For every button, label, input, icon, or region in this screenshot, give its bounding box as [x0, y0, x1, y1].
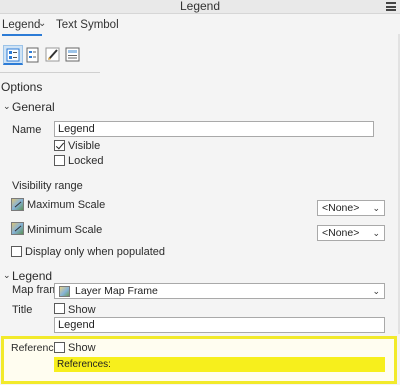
title-show-checkbox[interactable]: [54, 303, 65, 314]
maximum-scale-label: Maximum Scale: [27, 199, 106, 211]
title-field[interactable]: Legend: [54, 317, 385, 333]
tab-bar: Legend ⌄ Text Symbol: [0, 16, 400, 36]
references-show-checkbox[interactable]: [54, 342, 65, 353]
maximum-scale-icon: [11, 198, 24, 211]
minimum-scale-dropdown[interactable]: <None> ⌄: [317, 225, 385, 241]
visibility-range-label: Visibility range: [12, 180, 83, 192]
references-show-label: Show: [68, 342, 96, 354]
title-label: Title: [12, 304, 33, 316]
minimum-scale-label: Minimum Scale: [27, 224, 103, 236]
locked-label: Locked: [68, 155, 104, 167]
general-section-title[interactable]: General: [12, 101, 55, 114]
chevron-down-icon: ⌄: [372, 286, 380, 296]
chevron-down-icon[interactable]: ⌄: [3, 270, 11, 281]
name-field[interactable]: Legend: [54, 121, 374, 137]
legend-section-title[interactable]: Legend: [12, 270, 52, 283]
symbol-pen-icon[interactable]: [43, 45, 63, 65]
menu-icon[interactable]: [386, 2, 396, 11]
legend-options-icon[interactable]: [3, 45, 23, 65]
locked-checkbox[interactable]: [54, 155, 65, 166]
map-frame-value: Layer Map Frame: [75, 285, 158, 297]
chevron-down-icon: ⌄: [372, 203, 380, 213]
chevron-down-icon[interactable]: ⌄: [38, 18, 46, 29]
legend-items-icon[interactable]: [23, 45, 43, 65]
arrangement-icon[interactable]: [63, 45, 83, 65]
references-field[interactable]: References:: [54, 357, 385, 372]
pane-title: Legend: [179, 0, 221, 13]
title-show-label: Show: [68, 304, 96, 316]
chevron-down-icon[interactable]: ⌄: [3, 101, 11, 112]
visible-label: Visible: [68, 140, 101, 152]
minimum-scale-icon: [11, 222, 24, 235]
options-heading: Options: [1, 80, 43, 94]
display-only-checkbox[interactable]: [11, 246, 22, 257]
name-label: Name: [12, 124, 42, 136]
minimum-scale-value: <None>: [322, 227, 360, 239]
tab-legend[interactable]: Legend: [2, 16, 43, 36]
visible-checkbox[interactable]: [54, 140, 65, 151]
map-frame-icon: [59, 286, 70, 297]
pane-title-bar: Legend: [0, 0, 400, 14]
property-toolbar: [0, 45, 100, 69]
toolbar-divider: [0, 72, 100, 73]
chevron-down-icon: ⌄: [372, 228, 380, 238]
maximum-scale-value: <None>: [322, 202, 360, 214]
maximum-scale-dropdown[interactable]: <None> ⌄: [317, 200, 385, 216]
display-only-label: Display only when populated: [25, 246, 166, 258]
map-frame-dropdown[interactable]: Layer Map Frame ⌄: [54, 283, 385, 299]
tab-text-symbol[interactable]: Text Symbol: [56, 16, 119, 34]
